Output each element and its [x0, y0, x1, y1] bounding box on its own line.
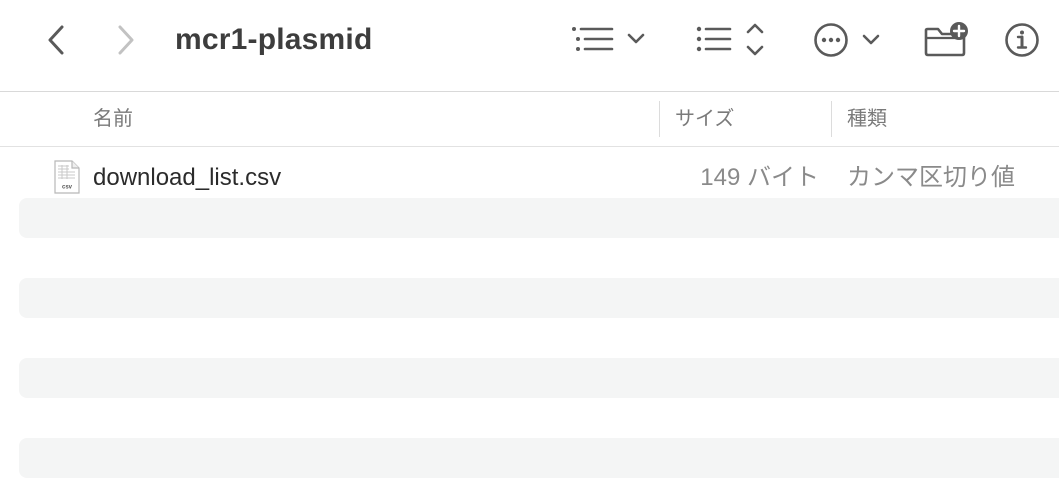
column-name[interactable]: 名前 — [93, 93, 133, 147]
sort-list-icon — [696, 26, 732, 52]
chevron-down-icon — [862, 34, 880, 45]
back-button[interactable] — [40, 22, 72, 58]
file-size: 149 バイト — [700, 164, 819, 191]
empty-row-stripe — [19, 438, 1059, 478]
column-header: 名前 サイズ 種類 — [0, 93, 1059, 147]
chevron-right-icon — [118, 25, 134, 55]
folder-add-icon — [924, 22, 968, 57]
view-options-button[interactable] — [568, 20, 650, 60]
new-folder-button[interactable] — [922, 20, 970, 60]
sort-button[interactable] — [694, 20, 766, 60]
column-divider[interactable] — [831, 101, 832, 137]
toolbar: mcr1-plasmid — [0, 0, 1059, 92]
file-name[interactable]: download_list.csv — [93, 158, 281, 198]
window-title: mcr1-plasmid — [175, 23, 373, 56]
chevron-up-down-icon — [746, 23, 764, 56]
forward-button[interactable] — [110, 22, 142, 58]
csv-file-icon: csv — [53, 160, 81, 194]
svg-text:csv: csv — [62, 185, 73, 191]
column-divider[interactable] — [659, 101, 660, 137]
file-kind: カンマ区切り値 — [847, 164, 1015, 191]
get-info-button[interactable] — [1002, 20, 1042, 60]
empty-row-stripe — [19, 358, 1059, 398]
chevron-down-icon — [627, 33, 645, 44]
chevron-left-icon — [48, 25, 64, 55]
empty-row-stripe — [19, 278, 1059, 318]
empty-row-stripe — [19, 198, 1059, 238]
ellipsis-circle-icon — [814, 23, 848, 57]
list-view-icon — [572, 27, 614, 51]
file-list: csv download_list.csv 149 バイト カンマ区切り値 — [0, 148, 1059, 485]
column-size[interactable]: サイズ — [675, 93, 734, 147]
info-circle-icon — [1005, 23, 1039, 57]
file-row[interactable]: csv download_list.csv 149 バイト カンマ区切り値 — [0, 158, 1059, 198]
column-kind[interactable]: 種類 — [847, 93, 887, 147]
finder-window: mcr1-plasmid 名前 サイズ 種類 csv download_list… — [0, 0, 1059, 485]
more-actions-button[interactable] — [812, 20, 882, 60]
